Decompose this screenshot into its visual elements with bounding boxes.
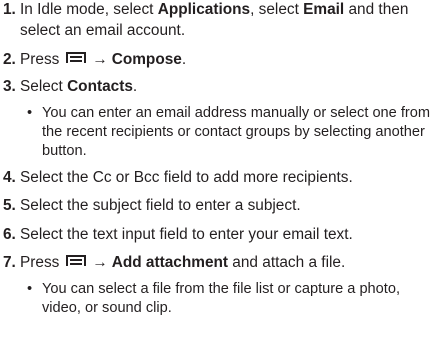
step-text-part: and then [344, 1, 409, 18]
ui-term-contacts: Contacts [67, 78, 133, 95]
step-text-part: . [181, 51, 187, 68]
ui-term-applications: Applications [157, 1, 251, 18]
menu-key-icon [66, 255, 87, 266]
note-line: button. [42, 143, 87, 159]
note-line: You can enter an email address manually … [42, 105, 431, 121]
step-text-part: . [132, 78, 138, 95]
step-text-part: In Idle mode, select [20, 1, 158, 18]
menu-key-icon [66, 52, 87, 63]
step-text-continued: select an email account. [20, 22, 186, 39]
step-text-part: , select [250, 1, 304, 18]
bullet-icon: • [27, 105, 33, 121]
step-text: In Idle mode, select Applications, selec… [20, 0, 408, 20]
step-text-part: and attach a file. [228, 254, 346, 271]
ui-term-email: Email [303, 1, 345, 18]
step-text: Select the text input field to enter you… [20, 226, 353, 243]
bullet-icon: • [27, 281, 33, 297]
ui-term-compose: Compose [111, 51, 182, 68]
step-text-part: Press [20, 254, 60, 271]
step-number: 2. [3, 51, 16, 68]
step-text-part: Press [20, 51, 60, 68]
step-text: Press → Add attachment and attach a file. [20, 253, 345, 273]
step-number: 7. [3, 254, 16, 271]
step-text: Select Contacts. [20, 77, 137, 97]
step-text-part: Select [20, 78, 68, 95]
step-text: Select the Cc or Bcc field to add more r… [20, 169, 353, 186]
step-number: 6. [3, 226, 16, 243]
step-number: 1. [3, 1, 16, 18]
step-text: Select the subject field to enter a subj… [20, 197, 301, 214]
note-line: the recent recipients or contact groups … [42, 124, 425, 140]
ui-term-add-attachment: Add attachment [111, 254, 229, 271]
step-number: 4. [3, 169, 16, 186]
note-line: video, or sound clip. [42, 300, 172, 316]
step-number: 3. [3, 78, 16, 95]
note-line: You can select a file from the file list… [42, 281, 401, 297]
arrow-right-icon: → [92, 254, 108, 271]
step-number: 5. [3, 197, 16, 214]
step-text: Press → Compose. [20, 50, 186, 70]
arrow-right-icon: → [92, 51, 108, 68]
